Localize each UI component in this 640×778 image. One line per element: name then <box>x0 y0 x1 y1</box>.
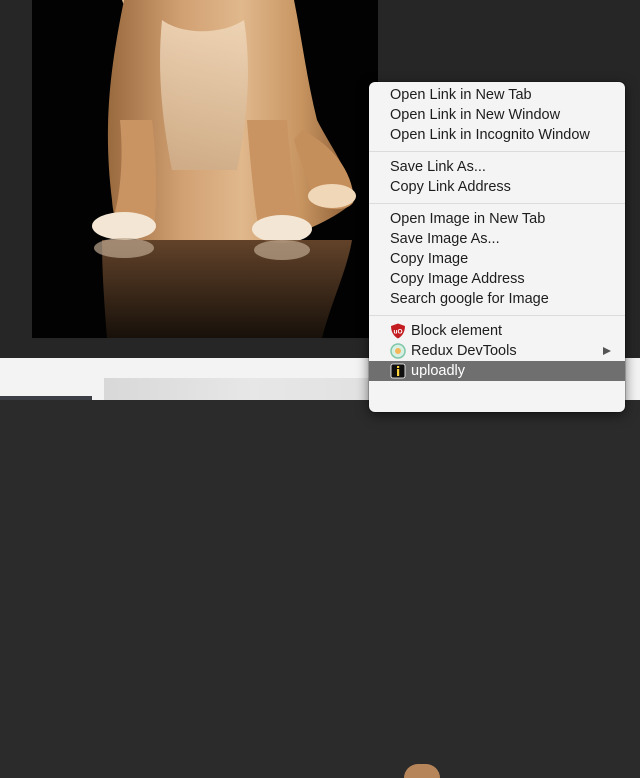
svg-text:uO: uO <box>393 329 402 336</box>
open-link-new-tab-item[interactable]: Open Link in New Tab <box>369 85 625 105</box>
dog-photo[interactable] <box>32 0 378 338</box>
menu-separator <box>369 315 625 316</box>
uploadly-item[interactable]: uploadly <box>369 361 625 381</box>
thumbnail-left[interactable] <box>0 396 92 400</box>
block-element-item[interactable]: uO Block element <box>369 321 625 341</box>
copy-image-address-item[interactable]: Copy Image Address <box>369 269 625 289</box>
dog-illustration <box>92 0 356 338</box>
ublock-origin-icon: uO <box>391 323 405 339</box>
extension-group: uO Block element Redux DevTools uploadly <box>369 318 625 385</box>
save-image-as-item[interactable]: Save Image As... <box>369 229 625 249</box>
redux-devtools-icon <box>390 343 406 359</box>
thumbnail-dog <box>404 764 440 778</box>
context-menu: Open Link in New Tab Open Link in New Wi… <box>369 82 625 412</box>
copy-image-item[interactable]: Copy Image <box>369 249 625 269</box>
image-group: Open Image in New Tab Save Image As... C… <box>369 206 625 313</box>
open-image-new-tab-item[interactable]: Open Image in New Tab <box>369 209 625 229</box>
menu-separator <box>369 203 625 204</box>
uploadly-label: uploadly <box>411 363 466 379</box>
save-group: Save Link As... Copy Link Address <box>369 154 625 201</box>
search-google-image-item[interactable]: Search google for Image <box>369 289 625 309</box>
menu-separator <box>369 151 625 152</box>
uploadly-icon <box>390 363 406 379</box>
open-link-new-window-item[interactable]: Open Link in New Window <box>369 105 625 125</box>
redux-devtools-label: Redux DevTools <box>411 343 517 359</box>
open-link-incognito-item[interactable]: Open Link in Incognito Window <box>369 125 625 145</box>
redux-devtools-item[interactable]: Redux DevTools <box>369 341 625 361</box>
save-link-as-item[interactable]: Save Link As... <box>369 157 625 177</box>
submenu-arrow-icon <box>603 347 611 355</box>
copy-link-address-item[interactable]: Copy Link Address <box>369 177 625 197</box>
block-element-label: Block element <box>411 323 503 339</box>
thumbnail-middle[interactable] <box>104 378 440 778</box>
link-group: Open Link in New Tab Open Link in New Wi… <box>369 82 625 149</box>
